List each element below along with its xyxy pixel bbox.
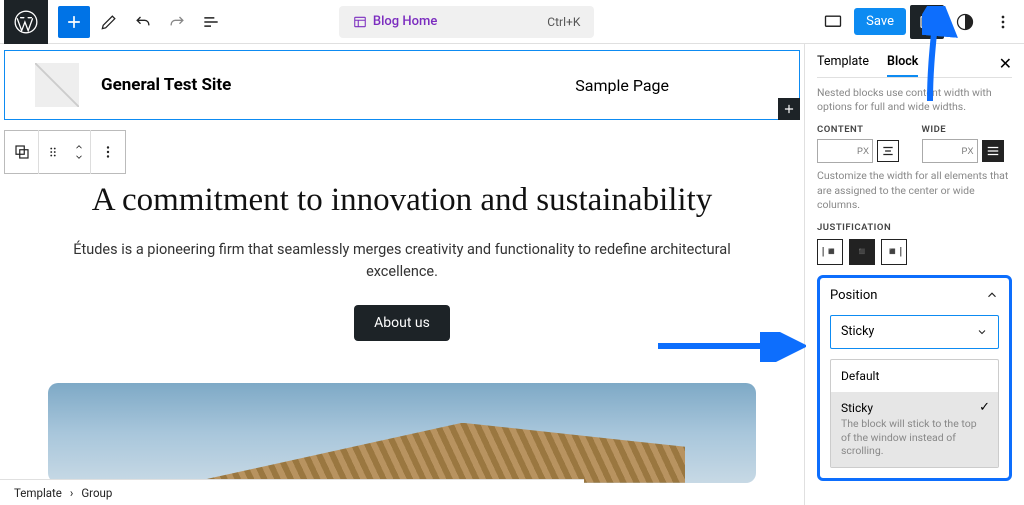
justify-right-button[interactable]: ◾| (881, 239, 907, 265)
wide-width-label: WIDE (922, 124, 1013, 135)
redo-button[interactable] (162, 7, 192, 37)
justify-left-button[interactable]: |◾ (817, 239, 843, 265)
drag-icon (46, 145, 60, 159)
wide-align-button[interactable] (982, 140, 1004, 162)
justification-label: JUSTIFICATION (817, 222, 1012, 233)
group-icon (13, 143, 31, 161)
align-center-icon (881, 144, 895, 158)
editor-canvas: General Test Site Sample Page A commitme… (0, 44, 804, 505)
position-option-sticky[interactable]: Sticky ✓ The block will stick to the top… (831, 392, 998, 467)
settings-toggle-button[interactable] (910, 5, 944, 39)
document-title: Blog Home (373, 14, 437, 29)
position-option-default[interactable]: Default (831, 360, 998, 392)
align-wide-icon (986, 144, 1000, 158)
content-width-input[interactable] (817, 139, 873, 163)
settings-sidebar: Template Block ✕ Nested blocks use conte… (804, 44, 1024, 505)
hero-heading[interactable]: A commitment to innovation and sustainab… (60, 180, 744, 221)
block-breadcrumb: Template › Group (0, 479, 584, 505)
position-panel-title: Position (830, 288, 877, 303)
desktop-icon (823, 12, 843, 32)
sidebar-tabs: Template Block ✕ (817, 54, 1012, 78)
site-logo-placeholder[interactable] (35, 63, 79, 107)
view-button[interactable] (818, 7, 848, 37)
block-toolbar (4, 130, 126, 174)
breadcrumb-template[interactable]: Template (14, 486, 62, 500)
justify-center-button[interactable]: ◾ (849, 239, 875, 265)
chevron-down-icon (976, 326, 988, 338)
nav-link-sample[interactable]: Sample Page (575, 76, 669, 95)
sidebar-icon (918, 13, 936, 31)
tab-block[interactable]: Block (887, 54, 918, 77)
option-sticky-desc: The block will stick to the top of the w… (841, 417, 988, 458)
block-type-button[interactable] (5, 130, 39, 174)
more-vertical-icon (99, 143, 117, 161)
wordpress-icon (13, 9, 39, 35)
pencil-icon (99, 12, 119, 32)
contrast-icon (955, 12, 975, 32)
save-button[interactable]: Save (854, 8, 906, 35)
edit-tool-button[interactable] (94, 7, 124, 37)
position-select[interactable]: Sticky (830, 315, 999, 349)
hero-paragraph[interactable]: Études is a pioneering firm that seamles… (60, 239, 744, 283)
more-vertical-icon (993, 12, 1013, 32)
hero-section: A commitment to innovation and sustainab… (0, 180, 804, 341)
chevron-up-icon[interactable] (985, 288, 999, 302)
undo-icon (133, 12, 153, 32)
layout-icon (353, 15, 367, 29)
chevron-down-icon[interactable] (73, 152, 85, 162)
chevron-right-icon: › (70, 486, 73, 500)
drag-handle[interactable] (39, 130, 67, 174)
layout-description: Nested blocks use content width with opt… (817, 86, 1012, 114)
block-options-button[interactable] (91, 130, 125, 174)
top-toolbar: Blog Home Ctrl+K Save (0, 0, 1024, 44)
options-button[interactable] (988, 7, 1018, 37)
plus-icon (782, 102, 796, 116)
close-sidebar-button[interactable]: ✕ (999, 54, 1012, 77)
about-us-button[interactable]: About us (354, 305, 450, 341)
position-panel: Position Sticky Default Sticky ✓ The blo… (817, 275, 1012, 481)
hero-image[interactable] (48, 383, 756, 483)
undo-button[interactable] (128, 7, 158, 37)
breadcrumb-group[interactable]: Group (81, 486, 112, 500)
content-width-label: CONTENT (817, 124, 908, 135)
option-sticky-label: Sticky (841, 401, 873, 415)
tab-template[interactable]: Template (817, 54, 869, 77)
wordpress-logo[interactable] (4, 0, 48, 44)
plus-icon (64, 12, 84, 32)
chevron-up-icon[interactable] (73, 142, 85, 152)
site-title[interactable]: General Test Site (101, 75, 231, 95)
position-dropdown: Default Sticky ✓ The block will stick to… (830, 359, 999, 468)
block-inserter-button[interactable] (58, 6, 90, 38)
width-description: Customize the width for all elements tha… (817, 169, 1012, 212)
block-appender-button[interactable] (778, 98, 800, 120)
block-movers (67, 130, 91, 174)
option-default-label: Default (841, 369, 879, 383)
check-icon: ✓ (979, 400, 990, 415)
document-overview-button[interactable] (196, 7, 226, 37)
justification-controls: |◾ ◾ ◾| (817, 239, 1012, 265)
document-bar[interactable]: Blog Home Ctrl+K (339, 6, 594, 38)
header-group-block[interactable]: General Test Site Sample Page (4, 50, 800, 120)
redo-icon (167, 12, 187, 32)
content-align-button[interactable] (877, 140, 899, 162)
position-selected-value: Sticky (841, 324, 874, 339)
command-shortcut: Ctrl+K (547, 15, 580, 29)
list-icon (201, 12, 221, 32)
wide-width-input[interactable] (922, 139, 978, 163)
styles-button[interactable] (950, 7, 980, 37)
